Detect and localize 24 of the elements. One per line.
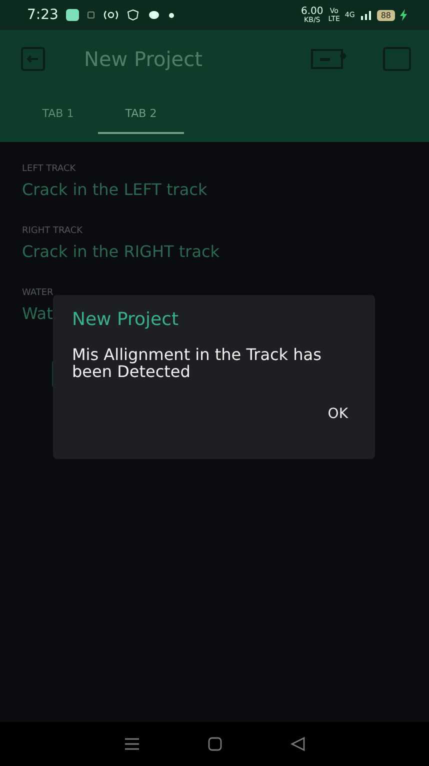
charging-icon [400, 9, 407, 21]
hotspot-icon [103, 10, 120, 20]
app-title: New Project [84, 47, 202, 71]
home-icon[interactable] [206, 737, 222, 751]
notification-icon [87, 11, 96, 19]
dialog-message: Mis Allignment in the Track has been Detected [72, 346, 322, 380]
ok-button[interactable]: OK [320, 402, 356, 426]
field-label: LEFT TRACK [22, 164, 76, 174]
field-label: WATER [22, 288, 54, 298]
menu-icon[interactable] [124, 737, 140, 751]
field-value: Crack in the LEFT track [22, 180, 208, 199]
field-label: RIGHT TRACK [22, 226, 83, 236]
signal-icon [360, 10, 372, 20]
back-icon[interactable] [290, 737, 306, 751]
app-icon [66, 9, 80, 21]
field-value: Crack in the RIGHT track [22, 242, 220, 261]
dot-icon [169, 12, 174, 18]
clock: 7:23 [27, 7, 58, 23]
tab[interactable]: TAB 2 [98, 94, 184, 134]
battery-icon: 88 [376, 10, 395, 20]
shield-icon [127, 9, 140, 21]
field-value: Wat [22, 304, 53, 323]
tab[interactable]: TAB 1 [18, 94, 98, 134]
dialog-title: New Project [72, 309, 180, 330]
